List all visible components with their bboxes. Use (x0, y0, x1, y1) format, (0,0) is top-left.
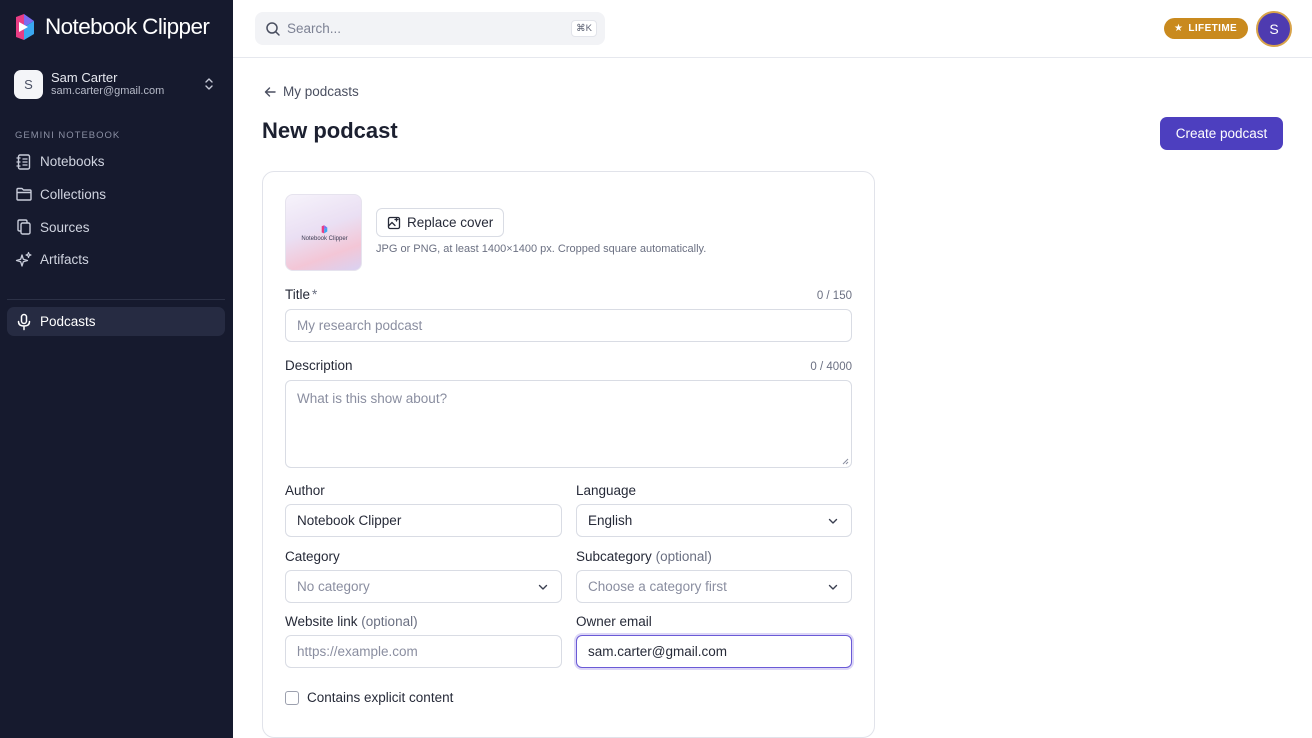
category-label: Category (285, 549, 340, 564)
notebook-clipper-logo (16, 13, 34, 40)
subcategory-value: Choose a category first (588, 579, 727, 594)
category-select[interactable]: No category (285, 570, 562, 603)
sidebar-item-podcasts[interactable]: Podcasts (7, 307, 225, 336)
notebook-clipper-logo (321, 225, 328, 234)
title-label-text: Title (285, 287, 311, 302)
explicit-content-label: Contains explicit content (307, 690, 454, 705)
description-textarea[interactable]: What is this show about? (285, 380, 852, 468)
chevron-down-icon (828, 518, 838, 524)
category-value: No category (297, 579, 370, 594)
back-link-label: My podcasts (283, 84, 359, 99)
chevron-up-down-icon (202, 74, 216, 94)
user-email: sam.carter@gmail.com (51, 85, 165, 98)
cover-hint: JPG or PNG, at least 1400×1400 px. Cropp… (376, 243, 707, 255)
sidebar-nav: Notebooks Collections Sources Artifacts (7, 147, 225, 278)
folder-icon (16, 188, 32, 201)
search-input[interactable]: Search... ⌘K (255, 12, 605, 45)
optional-tag: (optional) (361, 614, 418, 629)
sidebar-item-label: Collections (40, 186, 107, 202)
cover-image: Notebook Clipper (285, 194, 362, 271)
website-placeholder: https://example.com (297, 644, 418, 659)
search-icon (266, 21, 280, 36)
search-placeholder: Search... (287, 21, 342, 36)
language-value: English (588, 513, 633, 528)
author-value: Notebook Clipper (297, 513, 402, 528)
owner-email-value: sam.carter@gmail.com (588, 644, 727, 659)
website-input[interactable]: https://example.com (285, 635, 562, 668)
sidebar-item-label: Artifacts (40, 252, 89, 268)
sidebar-item-notebooks[interactable]: Notebooks (7, 147, 225, 176)
star-icon: ★ (1174, 23, 1184, 34)
explicit-content-checkbox[interactable] (285, 690, 299, 705)
title-label: Title * (285, 287, 317, 302)
brand[interactable]: Notebook Clipper (14, 12, 210, 42)
user-name: Sam Carter (51, 69, 118, 85)
title-input[interactable]: My research podcast (285, 309, 852, 342)
sidebar-item-collections[interactable]: Collections (7, 180, 225, 209)
sidebar-item-label: Podcasts (40, 314, 96, 329)
cover-text: Notebook Clipper (301, 236, 348, 242)
language-label: Language (576, 483, 637, 498)
page-title: New podcast (262, 118, 398, 143)
required-mark: * (312, 287, 318, 302)
author-label: Author (285, 483, 325, 498)
website-label: Website link (optional) (285, 614, 418, 629)
plan-badge-label: LIFETIME (1188, 23, 1238, 34)
subcategory-label-text: Subcategory (576, 549, 652, 564)
title-counter: 0 / 150 (816, 290, 852, 302)
sidebar-item-label: Sources (40, 219, 90, 235)
optional-tag: (optional) (655, 549, 712, 564)
notebook-icon (16, 153, 31, 170)
title-placeholder: My research podcast (297, 318, 423, 333)
description-placeholder: What is this show about? (297, 391, 448, 406)
sidebar-item-label: Notebooks (40, 154, 105, 169)
user-info: Sam Carter sam.carter@gmail.com (51, 70, 202, 99)
replace-cover-button[interactable]: Replace cover (376, 208, 505, 237)
owner-email-input[interactable]: sam.carter@gmail.com (576, 635, 852, 668)
description-label: Description (285, 358, 353, 373)
sidebar-nav-secondary: Podcasts (7, 307, 225, 340)
owner-email-label: Owner email (576, 614, 652, 629)
image-edit-icon (387, 216, 401, 229)
subcategory-label: Subcategory (optional) (576, 549, 712, 564)
create-podcast-button[interactable]: Create podcast (1160, 117, 1283, 150)
divider (7, 299, 225, 300)
user-avatar-button[interactable]: S (1256, 11, 1292, 47)
website-label-text: Website link (285, 614, 358, 629)
description-counter: 0 / 4000 (810, 361, 852, 373)
back-link[interactable]: My podcasts (263, 84, 359, 99)
plan-badge: ★ LIFETIME (1164, 18, 1249, 39)
resize-handle-icon[interactable] (842, 458, 849, 465)
chevron-down-icon (828, 584, 838, 590)
sidebar: Notebook Clipper S Sam Carter sam.carter… (0, 0, 233, 738)
sidebar-item-artifacts[interactable]: Artifacts (7, 245, 225, 274)
keyboard-shortcut: ⌘K (571, 20, 597, 37)
subcategory-select[interactable]: Choose a category first (576, 570, 852, 603)
author-input[interactable]: Notebook Clipper (285, 504, 562, 537)
replace-cover-label: Replace cover (407, 215, 494, 230)
avatar: S (14, 69, 43, 99)
arrow-left-icon (264, 86, 276, 97)
chevron-down-icon (538, 584, 548, 590)
podcast-form-card: Notebook Clipper Replace cover JPG or PN… (262, 171, 875, 738)
brand-name: Notebook Clipper (45, 14, 210, 39)
language-select[interactable]: English (576, 504, 852, 537)
copy-icon (17, 219, 31, 235)
topbar: Search... ⌘K ★ LIFETIME S (233, 0, 1312, 58)
sparkles-icon (15, 251, 32, 267)
account-switcher[interactable]: S Sam Carter sam.carter@gmail.com (14, 68, 220, 100)
explicit-content-option[interactable]: Contains explicit content (285, 690, 453, 705)
section-label: GEMINI NOTEBOOK (15, 130, 121, 141)
cover-artwork: Notebook Clipper (286, 225, 361, 242)
sidebar-item-sources[interactable]: Sources (7, 213, 225, 242)
microphone-icon (17, 313, 31, 330)
